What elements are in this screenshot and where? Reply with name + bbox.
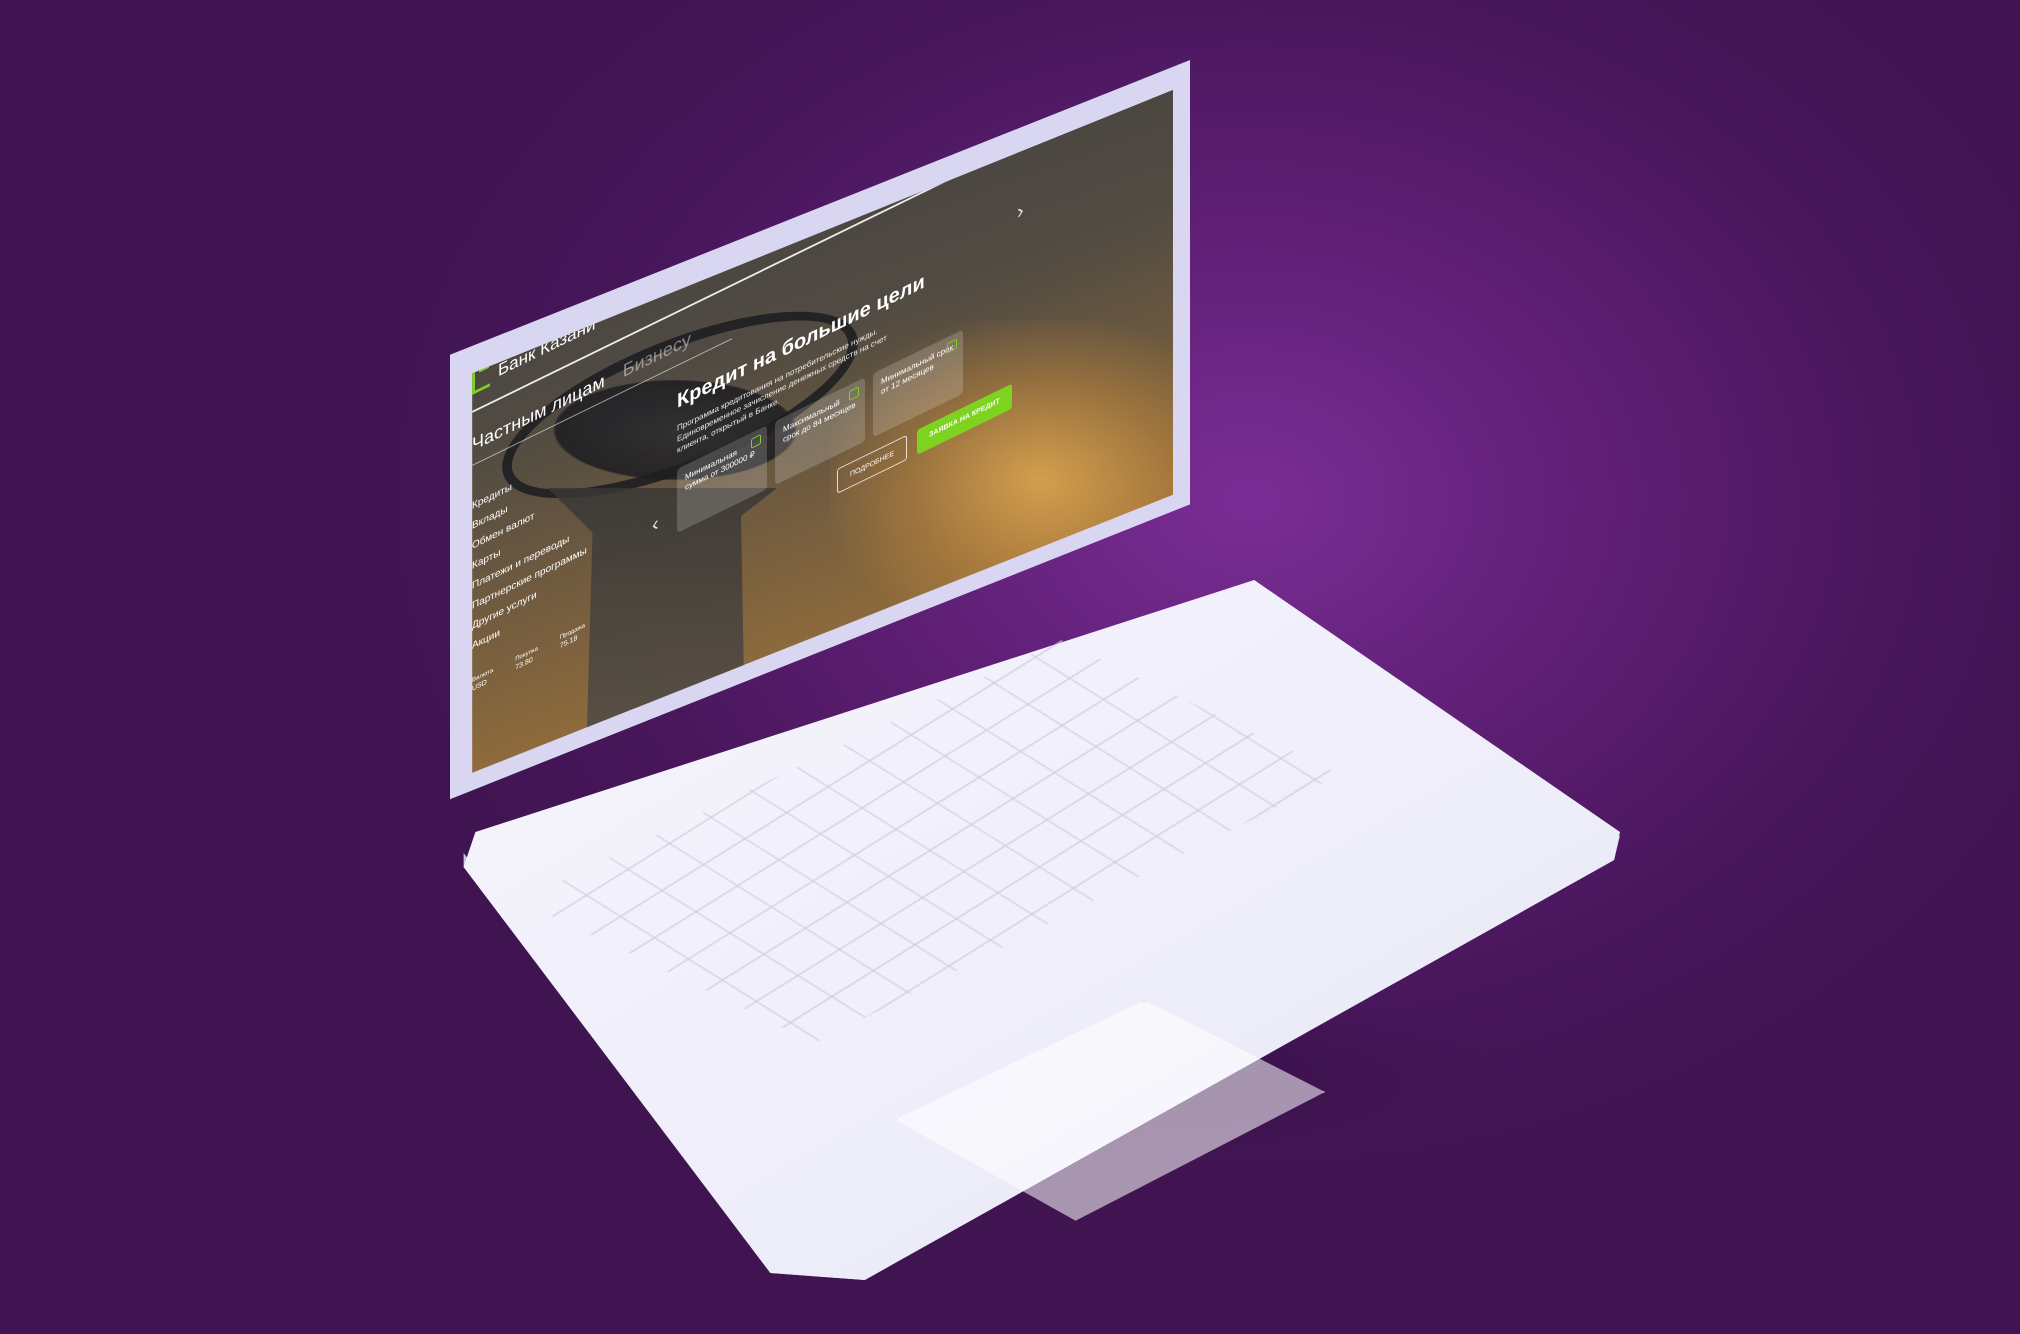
chevron-right-icon[interactable]: ›: [1017, 199, 1024, 225]
menu-icon[interactable]: [962, 63, 980, 88]
offices-button[interactable]: Офисы и банкоматы: [812, 108, 888, 164]
money-icon: [751, 434, 761, 449]
city-link[interactable]: Москва: [604, 267, 628, 286]
top-buttons: Офисы и банкоматы Интернет-банк: [812, 63, 980, 164]
laptop-base: [440, 580, 1620, 1280]
internet-bank-button[interactable]: Интернет-банк: [895, 89, 955, 123]
calendar-icon: [849, 386, 859, 402]
chevron-left-icon[interactable]: ‹: [652, 512, 659, 538]
